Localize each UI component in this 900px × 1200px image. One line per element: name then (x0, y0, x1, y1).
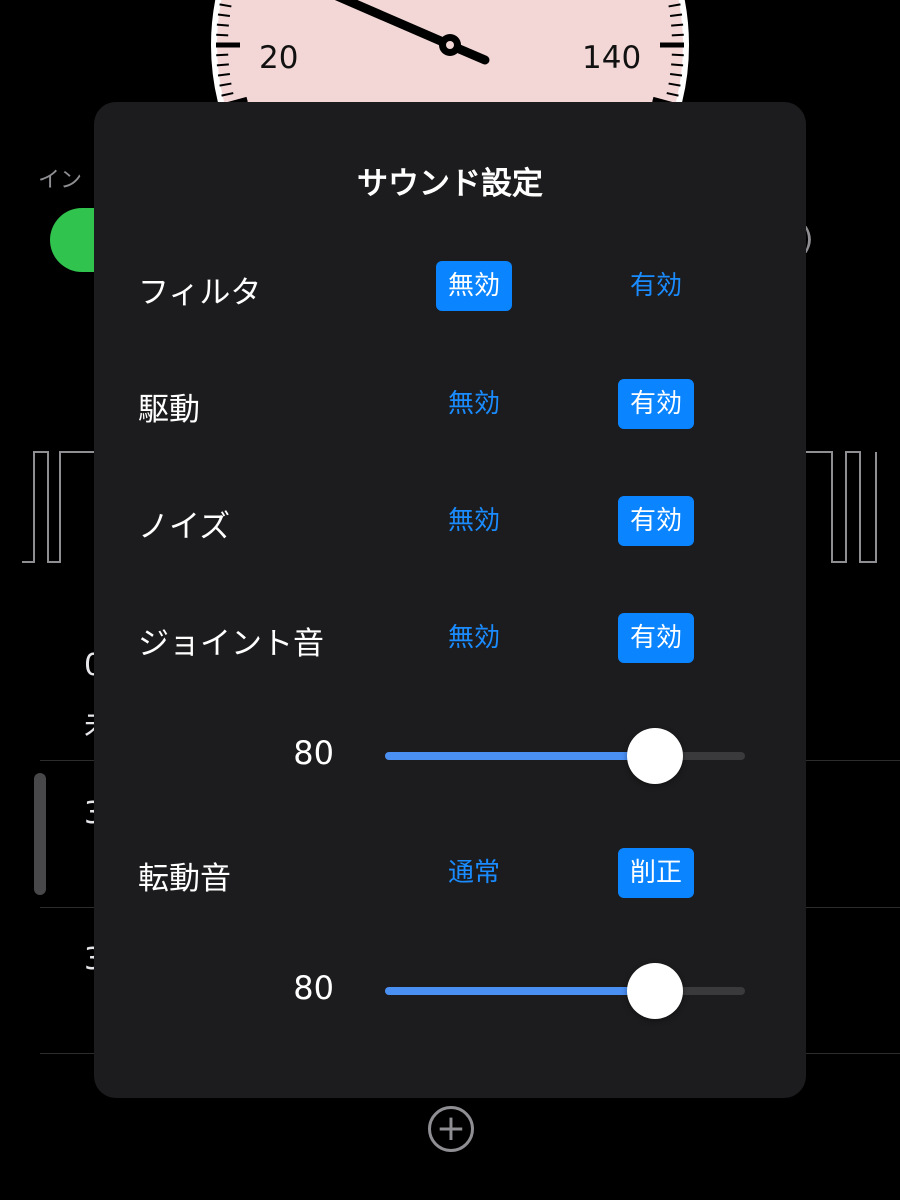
noise-label: ノイズ (138, 509, 231, 545)
drive-enabled-option[interactable]: 有効 (618, 379, 694, 429)
noise-enabled-option[interactable]: 有効 (618, 496, 694, 546)
speedometer-gauge (211, 0, 689, 102)
sound-settings-panel: サウンド設定 フィルタ 無効 有効 駆動 無効 有効 ノイズ 無効 有効 ジョイ… (94, 102, 806, 1098)
app-screen: 20 140 イン )) 0 未 3 「 3 「 + サウンド設定 フィルタ 無… (0, 0, 900, 1200)
slider-thumb[interactable] (627, 728, 683, 784)
gauge-label-20: 20 (259, 40, 299, 76)
gauge-tick (671, 63, 684, 67)
slider-fill (385, 752, 655, 760)
joint-sound-volume-value: 80 (293, 734, 334, 772)
gauge-tick (671, 53, 684, 57)
filter-label: フィルタ (138, 275, 262, 311)
slider-thumb[interactable] (627, 963, 683, 1019)
joint-sound-label: ジョイント音 (138, 626, 324, 662)
gauge-tick (216, 23, 229, 27)
drive-label: 駆動 (138, 392, 200, 428)
background-scrollbar[interactable] (34, 773, 46, 895)
gauge-tick (671, 33, 684, 37)
panel-title: サウンド設定 (357, 166, 543, 202)
joint-sound-volume-slider[interactable] (385, 728, 745, 784)
filter-disabled-option[interactable]: 無効 (436, 261, 512, 311)
drive-disabled-option[interactable]: 無効 (436, 379, 512, 429)
rolling-sound-label: 転動音 (138, 861, 231, 897)
gauge-tick (216, 53, 229, 57)
gauge-tick (671, 23, 684, 27)
noise-disabled-option[interactable]: 無効 (436, 496, 512, 546)
rolling-sound-volume-value: 80 (293, 969, 334, 1007)
rolling-sound-normal-option[interactable]: 通常 (436, 848, 512, 898)
rolling-sound-ground-option[interactable]: 削正 (618, 848, 694, 898)
gauge-tick (216, 33, 229, 37)
background-section-label: イン (38, 168, 83, 193)
joint-sound-disabled-option[interactable]: 無効 (436, 613, 512, 663)
slider-fill (385, 987, 655, 995)
gauge-tick (216, 63, 229, 67)
joint-sound-enabled-option[interactable]: 有効 (618, 613, 694, 663)
rolling-sound-volume-slider[interactable] (385, 963, 745, 1019)
add-button[interactable]: + (428, 1106, 474, 1152)
plus-circle-icon: + (435, 1108, 467, 1149)
filter-enabled-option[interactable]: 有効 (618, 261, 694, 311)
gauge-label-140: 140 (582, 40, 642, 76)
